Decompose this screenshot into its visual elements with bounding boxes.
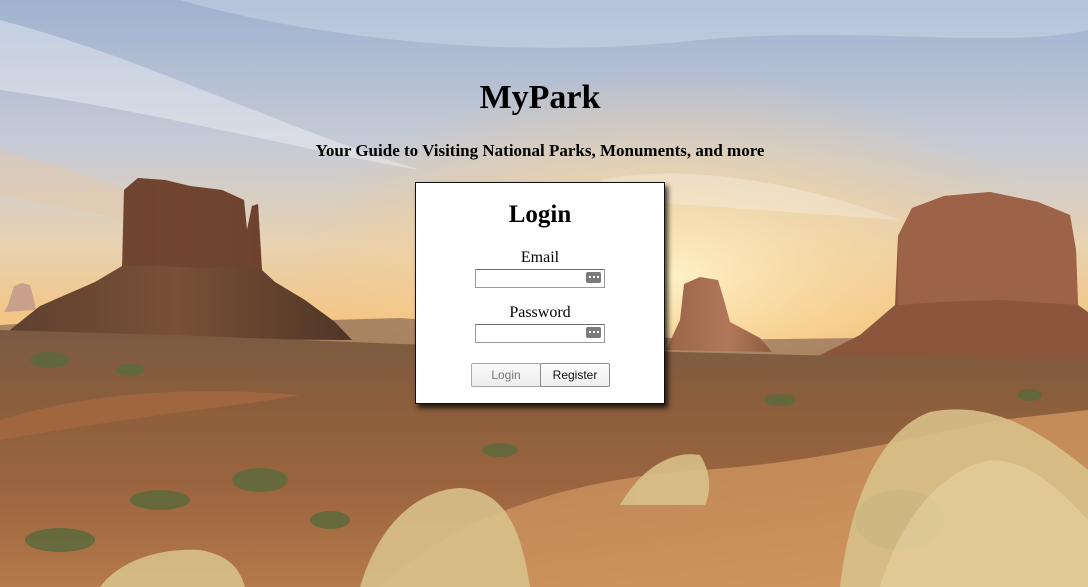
login-panel: Login Email Password Login Register	[415, 182, 665, 404]
login-title: Login	[508, 201, 572, 228]
site-title: MyPark	[479, 79, 601, 116]
password-manager-icon[interactable]	[586, 272, 601, 283]
email-label: Email	[520, 249, 560, 266]
site-tagline: Your Guide to Visiting National Parks, M…	[315, 141, 765, 160]
password-manager-icon[interactable]	[586, 327, 601, 338]
password-label: Password	[509, 304, 571, 321]
register-button[interactable]: Register	[540, 363, 610, 387]
login-button[interactable]: Login	[471, 363, 541, 387]
